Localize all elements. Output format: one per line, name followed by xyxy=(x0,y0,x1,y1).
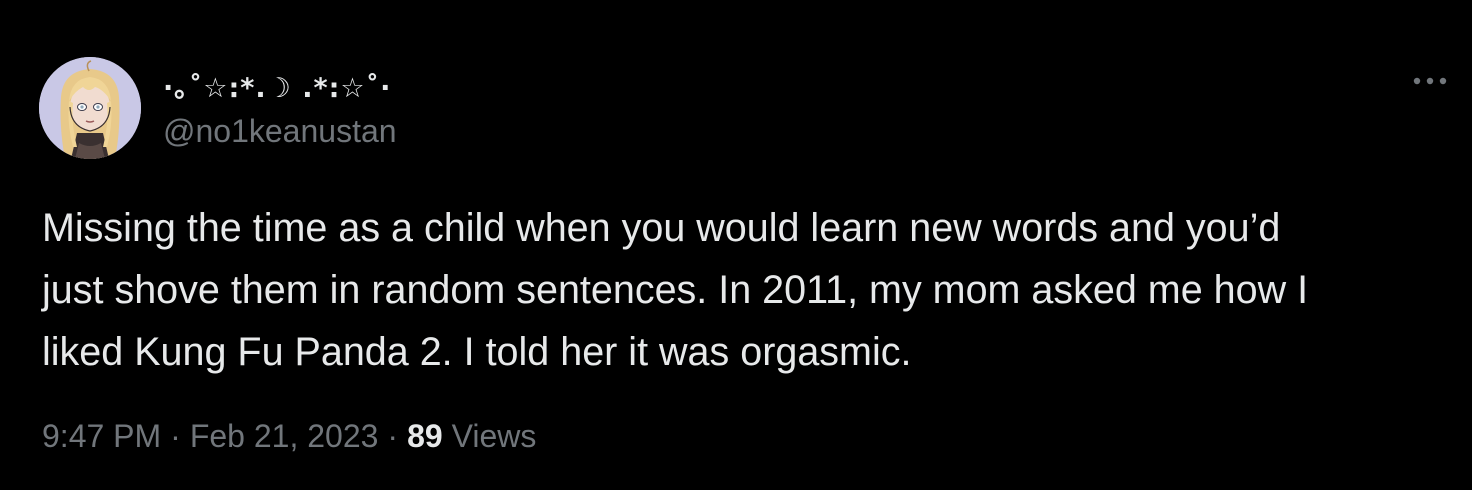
more-horizontal-icon xyxy=(1413,77,1447,85)
separator: · xyxy=(387,418,399,454)
tweet-date: Feb 21, 2023 xyxy=(189,418,379,454)
author-display-name[interactable]: ·｡˚☆:*.☽ .*:☆˚· xyxy=(163,66,391,105)
tweet-text-line: just shove them in random sentences. In … xyxy=(42,268,1309,312)
tweet-card: ·｡˚☆:*.☽ .*:☆˚· @no1keanustan Missing th… xyxy=(0,0,1472,490)
tweet-metadata: 9:47 PM · Feb 21, 2023 · 89 Views xyxy=(42,418,536,455)
tweet-time: 9:47 PM xyxy=(42,418,162,454)
tweet-timestamp-link[interactable]: 9:47 PM · Feb 21, 2023 xyxy=(42,418,378,454)
more-options-button[interactable] xyxy=(1410,66,1450,96)
avatar-illustration-icon xyxy=(39,57,141,159)
separator: · xyxy=(170,418,181,454)
tweet-text-line: Missing the time as a child when you wou… xyxy=(42,206,1281,250)
tweet-text: Missing the time as a child when you wou… xyxy=(42,197,1452,383)
views-label: Views xyxy=(451,418,537,454)
avatar[interactable] xyxy=(39,57,141,159)
views-count: 89 xyxy=(407,418,443,454)
author-handle[interactable]: @no1keanustan xyxy=(163,113,397,150)
tweet-text-line: liked Kung Fu Panda 2. I told her it was… xyxy=(42,330,912,374)
